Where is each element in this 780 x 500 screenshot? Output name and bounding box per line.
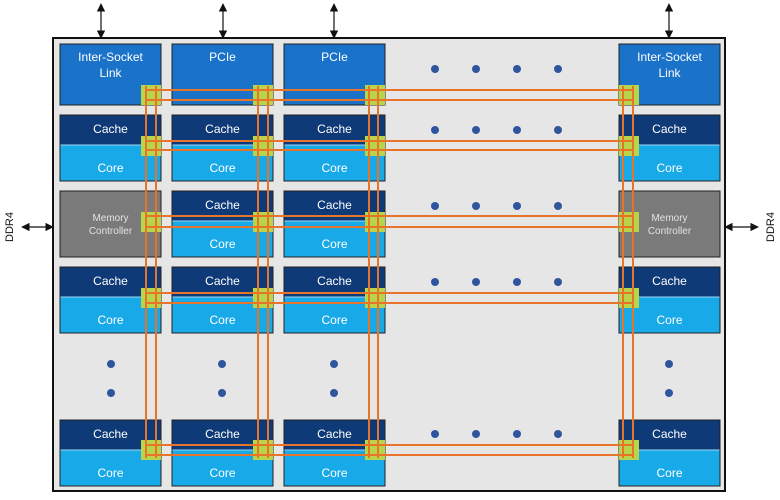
cache-label: Cache <box>205 427 240 441</box>
mesh-stop <box>253 85 273 105</box>
io-tile-label: Inter-Socket <box>78 50 143 64</box>
core-label: Core <box>321 161 347 175</box>
ddr4-right-label: DDR4 <box>765 212 777 242</box>
horizontal-ellipsis-dot <box>513 126 521 134</box>
vertical-ellipsis-dot <box>218 360 226 368</box>
horizontal-ellipsis-dot <box>513 278 521 286</box>
horizontal-ellipsis-dot <box>513 65 521 73</box>
horizontal-ellipsis-dot <box>431 202 439 210</box>
horizontal-ellipsis-dot <box>554 126 562 134</box>
core-label: Core <box>656 313 682 327</box>
cache-label: Cache <box>317 198 352 212</box>
horizontal-ellipsis-dot <box>554 65 562 73</box>
cache-label: Cache <box>317 427 352 441</box>
cache-label: Cache <box>93 274 128 288</box>
cache-label: Cache <box>205 274 240 288</box>
horizontal-ellipsis-dot <box>554 278 562 286</box>
io-tile-label: PCIe <box>321 50 348 64</box>
memory-controller-label: Controller <box>89 226 133 237</box>
mesh-stop <box>141 85 161 105</box>
vertical-ellipsis-dot <box>218 389 226 397</box>
core-label: Core <box>321 313 347 327</box>
cache-label: Cache <box>317 274 352 288</box>
io-tile-label: Link <box>99 66 122 80</box>
core-label: Core <box>209 237 235 251</box>
mesh-stop <box>253 288 273 308</box>
cache-label: Cache <box>652 427 687 441</box>
mesh-stop <box>141 288 161 308</box>
cache-label: Cache <box>205 198 240 212</box>
core-label: Core <box>97 161 123 175</box>
cache-label: Cache <box>93 122 128 136</box>
core-label: Core <box>321 237 347 251</box>
vertical-ellipsis-dot <box>665 389 673 397</box>
mesh-stop <box>253 136 273 156</box>
core-label: Core <box>97 466 123 480</box>
cache-label: Cache <box>652 122 687 136</box>
io-tile-label: Inter-Socket <box>637 50 702 64</box>
vertical-ellipsis-dot <box>330 389 338 397</box>
horizontal-ellipsis-dot <box>431 126 439 134</box>
horizontal-ellipsis-dot <box>472 202 480 210</box>
core-label: Core <box>209 161 235 175</box>
core-label: Core <box>656 466 682 480</box>
cache-label: Cache <box>205 122 240 136</box>
horizontal-ellipsis-dot <box>472 65 480 73</box>
io-tile-label: PCIe <box>209 50 236 64</box>
vertical-ellipsis-dot <box>665 360 673 368</box>
horizontal-ellipsis-dot <box>554 430 562 438</box>
core-label: Core <box>321 466 347 480</box>
horizontal-ellipsis-dot <box>513 202 521 210</box>
vertical-ellipsis-dot <box>330 360 338 368</box>
horizontal-ellipsis-dot <box>513 430 521 438</box>
vertical-ellipsis-dot <box>107 360 115 368</box>
vertical-ellipsis-dot <box>107 389 115 397</box>
horizontal-ellipsis-dot <box>472 126 480 134</box>
horizontal-ellipsis-dot <box>472 278 480 286</box>
memory-controller-label: Memory <box>651 213 687 224</box>
memory-controller-label: Memory <box>92 213 128 224</box>
mesh-stop <box>253 440 273 460</box>
io-tile-label: Link <box>658 66 681 80</box>
horizontal-ellipsis-dot <box>472 430 480 438</box>
cache-label: Cache <box>652 274 687 288</box>
horizontal-ellipsis-dot <box>554 202 562 210</box>
horizontal-ellipsis-dot <box>431 430 439 438</box>
core-label: Core <box>209 313 235 327</box>
core-label: Core <box>97 313 123 327</box>
core-label: Core <box>209 466 235 480</box>
cache-label: Cache <box>93 427 128 441</box>
memory-controller-label: Controller <box>648 226 692 237</box>
horizontal-ellipsis-dot <box>431 278 439 286</box>
mesh-stop <box>141 136 161 156</box>
cache-label: Cache <box>317 122 352 136</box>
horizontal-ellipsis-dot <box>431 65 439 73</box>
mesh-interconnect-diagram: Inter-Socket Link PCIe PCIe Inter-Socket Link… <box>4 3 777 492</box>
mesh-stop <box>141 440 161 460</box>
ddr4-left-label: DDR4 <box>4 212 16 242</box>
core-label: Core <box>656 161 682 175</box>
